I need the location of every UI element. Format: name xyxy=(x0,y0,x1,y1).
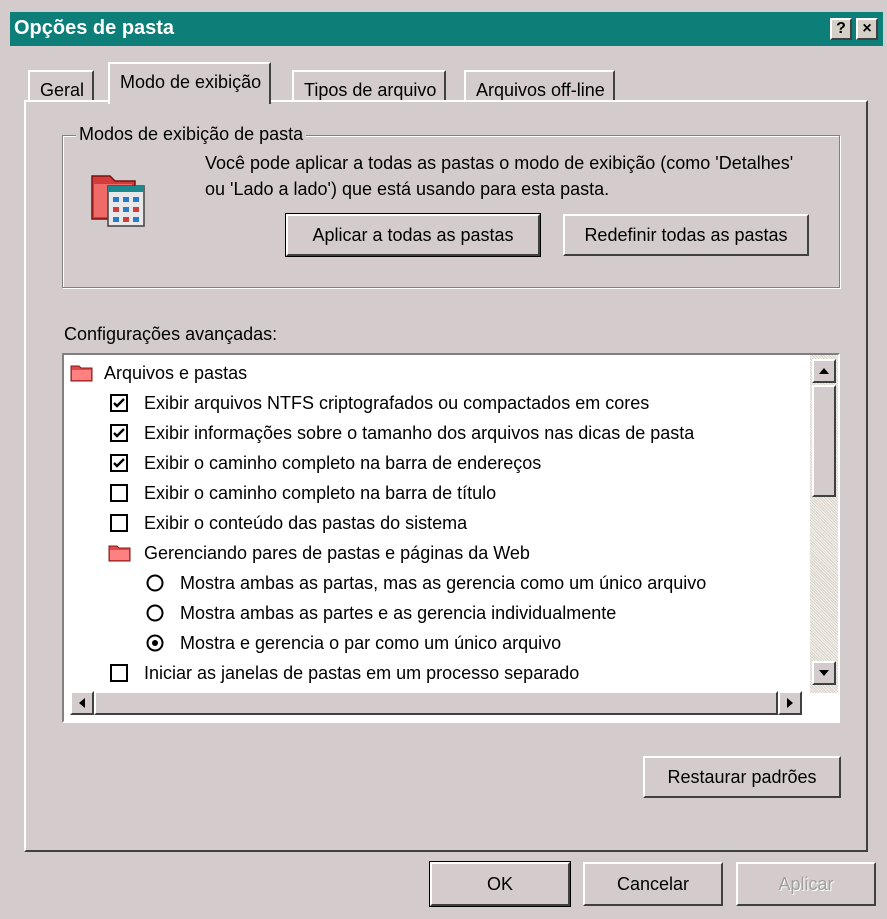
folder-icon xyxy=(70,365,93,382)
advanced-settings-label: Configurações avançadas: xyxy=(64,324,278,344)
tab-geral[interactable]: Geral xyxy=(28,70,95,102)
checkbox[interactable] xyxy=(110,484,128,502)
scroll-right-button[interactable] xyxy=(778,691,802,715)
checkbox-label: Exibir arquivos NTFS criptografados ou c… xyxy=(144,393,650,413)
cancel-button[interactable]: Cancelar xyxy=(583,862,723,906)
checkbox-label: Exibir informações sobre o tamanho dos a… xyxy=(144,423,695,443)
checkbox-label: Exibir o conteúdo das pastas do sistema xyxy=(144,513,468,533)
radio-button[interactable] xyxy=(146,604,164,622)
vertical-scroll-thumb[interactable] xyxy=(812,385,836,497)
radio-dot-icon xyxy=(152,640,158,646)
help-button[interactable]: ? xyxy=(830,18,852,40)
window-title: Opções de pasta xyxy=(14,17,175,39)
radio-label: Mostra ambas as partas, mas as gerencia … xyxy=(180,573,707,593)
arrow-right-icon xyxy=(787,698,793,708)
checkmark-icon xyxy=(113,458,125,468)
advanced-settings-tree[interactable]: Arquivos e pastas Exibir arquivos NTFS c… xyxy=(62,353,840,723)
tab-modo-de-exibicao[interactable]: Modo de exibição xyxy=(108,62,272,104)
checkmark-icon xyxy=(113,398,125,408)
checkbox[interactable] xyxy=(110,424,128,442)
radio-label: Mostra e gerencia o par como um único ar… xyxy=(180,633,562,653)
tree-item-label: Arquivos e pastas xyxy=(104,363,248,383)
folder-icon xyxy=(108,545,131,562)
radio-label: Mostra ambas as partes e as gerencia ind… xyxy=(180,603,617,623)
checkbox[interactable] xyxy=(110,454,128,472)
restore-defaults-button[interactable]: Restaurar padrões xyxy=(643,756,841,798)
checkbox-label: Exibir o caminho completo na barra de tí… xyxy=(144,483,497,503)
arrow-left-icon xyxy=(79,698,85,708)
arrow-up-icon xyxy=(819,368,829,374)
scroll-up-button[interactable] xyxy=(812,359,836,383)
checkbox-label: Exibir o caminho completo na barra de en… xyxy=(144,453,542,473)
apply-all-folders-button[interactable]: Aplicar a todas as pastas xyxy=(285,213,541,257)
scroll-left-button[interactable] xyxy=(70,691,94,715)
tree-item-label: Gerenciando pares de pastas e páginas da… xyxy=(144,543,530,563)
folder-options-dialog: Opções de pasta ? × Geral Modo de exibiç… xyxy=(0,0,887,919)
close-button[interactable]: × xyxy=(856,18,878,40)
tab-arquivos-off-line[interactable]: Arquivos off-line xyxy=(464,70,615,102)
folder-views-description: Você pode aplicar a todas as pastas o mo… xyxy=(205,153,794,199)
checkbox[interactable] xyxy=(110,664,128,682)
checkmark-icon xyxy=(113,428,125,438)
horizontal-scroll-thumb[interactable] xyxy=(94,691,778,715)
scroll-down-button[interactable] xyxy=(812,661,836,685)
tab-tipos-de-arquivo[interactable]: Tipos de arquivo xyxy=(292,70,447,102)
checkbox-label: Iniciar as janelas de pastas em um proce… xyxy=(144,663,580,683)
ok-button[interactable]: OK xyxy=(429,861,571,907)
radio-button[interactable] xyxy=(146,574,164,592)
folder-views-group-label: Modos de exibição de pasta xyxy=(76,124,307,145)
checkbox[interactable] xyxy=(110,514,128,532)
arrow-down-icon xyxy=(819,670,829,676)
title-bar: Opções de pasta ? × xyxy=(10,12,883,46)
folder-view-icon xyxy=(88,166,152,230)
apply-button: Aplicar xyxy=(736,862,876,906)
checkbox[interactable] xyxy=(110,394,128,412)
reset-all-folders-button[interactable]: Redefinir todas as pastas xyxy=(563,214,809,256)
radio-button[interactable] xyxy=(146,634,164,652)
